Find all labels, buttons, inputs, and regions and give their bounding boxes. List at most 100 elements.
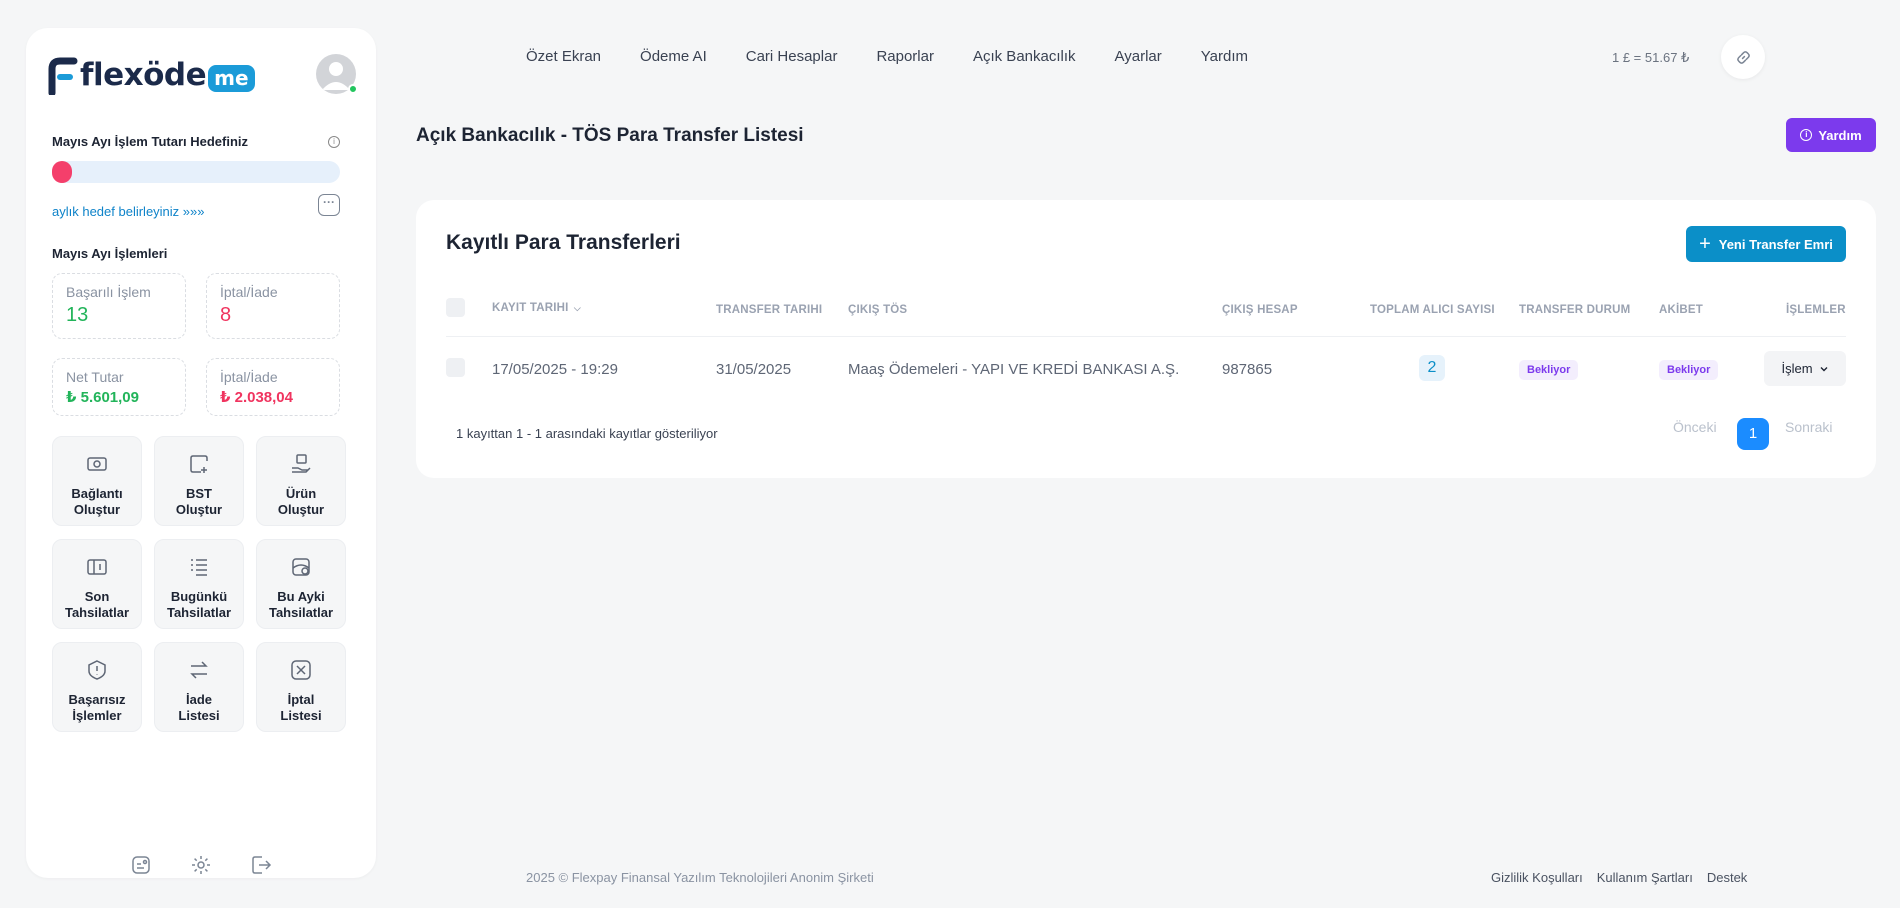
- logo-mark-icon: [48, 57, 78, 95]
- pager-previous[interactable]: Önceki: [1673, 419, 1717, 435]
- table-info: 1 kayıttan 1 - 1 arasındaki kayıtlar gös…: [456, 426, 718, 441]
- footer-link-privacy[interactable]: Gizlilik Koşulları: [1491, 870, 1583, 885]
- new-transfer-button[interactable]: + Yeni Transfer Emri: [1686, 226, 1846, 262]
- column-header-source: ÇIKIŞ TÖS: [848, 304, 908, 316]
- tile-cancel-list[interactable]: İptal Listesi: [256, 642, 346, 732]
- card-title: Kayıtlı Para Transferleri: [446, 231, 681, 254]
- nav-item-summary[interactable]: Özet Ekran: [526, 48, 601, 65]
- pager-page-current[interactable]: 1: [1737, 418, 1769, 450]
- top-nav: Özet Ekran Ödeme AI Cari Hesaplar Raporl…: [526, 48, 1287, 65]
- tile-month-collections[interactable]: Bu Ayki Tahsilatlar: [256, 539, 346, 629]
- logout-icon[interactable]: [250, 854, 272, 876]
- nav-item-settings[interactable]: Ayarlar: [1115, 48, 1162, 65]
- list-icon: [191, 559, 207, 576]
- row-checkbox[interactable]: [446, 358, 465, 377]
- tile-label: Bu Ayki: [277, 589, 325, 604]
- hand-box-icon: [292, 454, 311, 473]
- goal-title: Mayıs Ayı İşlem Tutarı Hedefiniz: [52, 134, 249, 149]
- nav-item-payment-ai[interactable]: Ödeme AI: [640, 48, 707, 65]
- tile-label: Oluştur: [73, 502, 121, 517]
- tile-label: Bugünkü: [170, 589, 228, 604]
- tile-label: BST: [186, 486, 212, 501]
- tile-label: Listesi: [178, 708, 220, 723]
- tile-label: Son: [84, 589, 110, 604]
- cell-source: Maaş Ödemeleri - YAPI VE KREDİ BANKASI A…: [848, 361, 1180, 378]
- tile-label: İptal: [287, 692, 315, 707]
- tile-label: Oluştur: [277, 502, 325, 517]
- footer-link-terms[interactable]: Kullanım Şartları: [1597, 870, 1693, 885]
- header-divider: [446, 336, 1846, 337]
- column-header-transfer-date: TRANSFER TARIHI: [716, 304, 823, 316]
- tile-recent-collections[interactable]: Son Tahsilatlar: [52, 539, 142, 629]
- logo-suffix: me: [208, 64, 255, 92]
- column-header-label: KAYIT TARIHI: [492, 302, 569, 314]
- transfers-card: Kayıtlı Para Transferleri + Yeni Transfe…: [416, 200, 1876, 478]
- tile-create-bst[interactable]: BST Oluştur: [154, 436, 244, 526]
- wallet-add-icon: [190, 455, 208, 473]
- cancel-icon: [291, 660, 311, 680]
- column-header-transfer-status: TRANSFER DURUM: [1519, 304, 1631, 316]
- cell-transfer-date: 31/05/2025: [716, 361, 792, 378]
- settings-gear-icon[interactable]: [190, 854, 212, 876]
- column-header-account: ÇIKIŞ HESAP: [1222, 304, 1298, 316]
- tile-label: Başarısız: [68, 692, 126, 707]
- row-actions-dropdown[interactable]: İşlem: [1764, 351, 1846, 386]
- tile-label: Tahsilatlar: [166, 605, 232, 620]
- select-all-checkbox[interactable]: [446, 298, 465, 317]
- alert-icon: [88, 660, 106, 680]
- goal-progress-fill: [52, 161, 73, 183]
- info-icon[interactable]: i: [328, 136, 340, 148]
- card-icon: [87, 559, 107, 575]
- calendar-icon: [292, 558, 310, 576]
- stat-value: ₺ 5.601,09: [66, 389, 139, 406]
- column-header-result: AKİBET: [1659, 304, 1704, 316]
- exchange-rate: 1 £ = 51.67 ₺: [1612, 50, 1690, 65]
- stat-label: İptal/İade: [220, 369, 278, 385]
- footer-link-support[interactable]: Destek: [1707, 870, 1747, 885]
- footer-copyright: 2025 © Flexpay Finansal Yazılım Teknoloj…: [526, 870, 874, 885]
- help-button[interactable]: i Yardım: [1786, 118, 1876, 152]
- transfer-status-badge: Bekliyor: [1519, 360, 1579, 380]
- sidebar: flexöde me Mayıs Ayı İşlem Tutarı Hedefi…: [26, 28, 376, 878]
- tile-create-link[interactable]: Bağlantı Oluştur: [52, 436, 142, 526]
- month-title: Mayıs Ayı İşlemleri: [52, 246, 168, 261]
- footer-links: Gizlilik Koşulları Kullanım Şartları Des…: [1491, 870, 1761, 885]
- tile-label: Listesi: [280, 708, 322, 723]
- tile-today-collections[interactable]: Bugünkü Tahsilatlar: [154, 539, 244, 629]
- logo[interactable]: flexöde me: [46, 54, 255, 96]
- stat-success: Başarılı İşlem 13: [52, 273, 186, 339]
- column-header-created[interactable]: KAYIT TARIHI ⌵: [492, 302, 581, 314]
- tile-refund-list[interactable]: İade Listesi: [154, 642, 244, 732]
- set-goal-link[interactable]: aylık hedef belirleyiniz »»»: [52, 204, 204, 219]
- nav-item-open-banking[interactable]: Açık Bankacılık: [973, 48, 1076, 65]
- cell-created: 17/05/2025 - 19:29: [492, 361, 618, 378]
- logo-text: flexöde: [80, 57, 207, 93]
- exchange-icon: [190, 661, 208, 679]
- stat-label: İptal/İade: [220, 284, 278, 300]
- nav-item-help[interactable]: Yardım: [1201, 48, 1248, 65]
- column-header-actions: İŞLEMLER: [1786, 304, 1846, 316]
- more-options-icon[interactable]: ···: [318, 194, 340, 216]
- tile-label: İade: [185, 692, 212, 707]
- tile-failed-transactions[interactable]: Başarısız İşlemler: [52, 642, 142, 732]
- tile-label: Bağlantı: [71, 486, 123, 501]
- column-header-recipients: TOPLAM ALICI SAYISI: [1370, 304, 1495, 316]
- profile-card-icon[interactable]: [130, 854, 152, 876]
- stat-cancel-amount: İptal/İade ₺ 2.038,04: [206, 358, 340, 416]
- sidebar-bottom-actions: [26, 854, 376, 876]
- sort-chevron-down-icon: ⌵: [573, 303, 581, 313]
- pager-next[interactable]: Sonraki: [1785, 419, 1832, 435]
- tile-label: Ürün: [285, 486, 317, 501]
- cell-account: 987865: [1222, 361, 1273, 378]
- chevron-down-icon: [1820, 366, 1828, 371]
- nav-item-reports[interactable]: Raporlar: [876, 48, 934, 65]
- plus-icon: +: [1699, 233, 1711, 255]
- recipient-count-badge: 2: [1419, 355, 1445, 381]
- link-button[interactable]: [1721, 35, 1765, 79]
- tile-create-product[interactable]: Ürün Oluştur: [256, 436, 346, 526]
- stat-value: 13: [66, 304, 89, 326]
- link-icon: [1736, 50, 1750, 64]
- row-actions-label: İşlem: [1781, 361, 1813, 376]
- nav-item-accounts[interactable]: Cari Hesaplar: [746, 48, 838, 65]
- page-title: Açık Bankacılık - TÖS Para Transfer List…: [416, 125, 804, 146]
